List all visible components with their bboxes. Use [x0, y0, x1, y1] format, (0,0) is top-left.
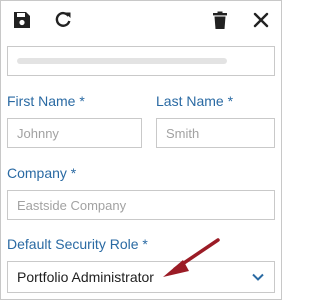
- delete-icon[interactable]: [209, 9, 231, 31]
- first-name-field[interactable]: [7, 118, 142, 148]
- security-role-value: Portfolio Administrator: [17, 269, 154, 285]
- company-label: Company *: [7, 165, 77, 181]
- save-icon[interactable]: [11, 9, 33, 31]
- last-name-field[interactable]: [156, 118, 275, 148]
- user-edit-panel: First Name * Last Name * Company * Defau…: [0, 0, 282, 300]
- refresh-icon[interactable]: [52, 9, 74, 31]
- redacted-email-blur: [17, 58, 227, 64]
- first-name-label: First Name *: [7, 93, 85, 109]
- last-name-label: Last Name *: [156, 93, 234, 109]
- company-field[interactable]: [7, 190, 275, 220]
- security-role-select[interactable]: Portfolio Administrator: [7, 261, 275, 293]
- close-icon[interactable]: [250, 9, 272, 31]
- chevron-down-icon[interactable]: [251, 270, 265, 284]
- security-role-label: Default Security Role *: [7, 236, 148, 252]
